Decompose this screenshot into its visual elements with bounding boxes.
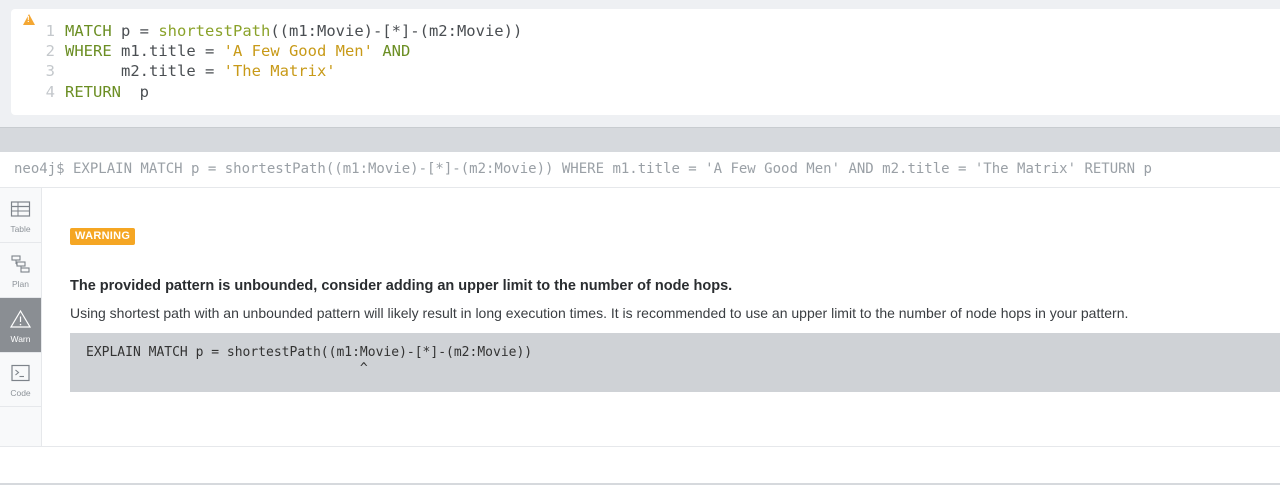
code-token: RETURN bbox=[65, 83, 121, 101]
frame-separator bbox=[0, 127, 1280, 152]
code-token: m1.title = bbox=[111, 42, 224, 60]
line-code: WHERE m1.title = 'A Few Good Men' AND bbox=[65, 41, 410, 61]
sidebar-item-label: Warn bbox=[10, 334, 31, 344]
sidebar-item-label: Plan bbox=[11, 279, 29, 289]
code-token: 'The Matrix' bbox=[223, 62, 336, 80]
line-number: 4 bbox=[45, 83, 55, 101]
sidebar-item-code[interactable]: Code bbox=[0, 352, 41, 407]
code-token: shortestPath bbox=[158, 22, 271, 40]
frame-title-bar[interactable]: neo4j$ EXPLAIN MATCH p = shortestPath((m… bbox=[0, 152, 1280, 188]
code-token: m2.title = bbox=[65, 62, 224, 80]
plan-icon bbox=[11, 255, 30, 273]
code-token: 'A Few Good Men' bbox=[223, 42, 373, 60]
line-code: RETURN p bbox=[65, 82, 149, 102]
warning-title: The provided pattern is unbounded, consi… bbox=[70, 278, 733, 294]
sidebar-item-label: Code bbox=[10, 388, 31, 398]
sidebar-item-plan[interactable]: Plan bbox=[0, 243, 41, 298]
result-view-sidebar: Table Plan Warn Code bbox=[0, 188, 42, 446]
code-token: ((m1:Movie)-[*]-(m2:Movie)) bbox=[270, 22, 523, 40]
warning-code-block: EXPLAIN MATCH p = shortestPath((m1:Movie… bbox=[70, 333, 1280, 392]
sidebar-item-label: Table bbox=[10, 224, 31, 234]
query-editor[interactable]: 1 MATCH p = shortestPath((m1:Movie)-[*]-(… bbox=[11, 9, 1280, 115]
line-number: 2 bbox=[45, 42, 55, 60]
code-token: p = bbox=[111, 22, 159, 40]
line-number: 1 bbox=[45, 22, 55, 40]
warning-icon bbox=[10, 310, 31, 328]
table-icon bbox=[10, 201, 31, 217]
warning-description: Using shortest path with an unbounded pa… bbox=[70, 305, 1129, 321]
terminal-icon bbox=[11, 364, 30, 382]
code-token: AND bbox=[382, 42, 411, 60]
code-token: WHERE bbox=[65, 42, 112, 60]
code-token: MATCH bbox=[65, 22, 112, 40]
frame-bottom-border bbox=[0, 446, 1280, 447]
sidebar-item-warn[interactable]: Warn bbox=[0, 298, 41, 353]
line-code: m2.title = 'The Matrix' bbox=[65, 61, 336, 81]
code-token: p bbox=[121, 83, 149, 101]
code-line: EXPLAIN MATCH p = shortestPath((m1:Movie… bbox=[86, 345, 533, 360]
line-code: MATCH p = shortestPath((m1:Movie)-[*]-(m… bbox=[65, 21, 522, 41]
code-caret: ^ bbox=[86, 361, 368, 376]
frame-command[interactable]: neo4j$ EXPLAIN MATCH p = shortestPath((m… bbox=[14, 152, 1152, 187]
warning-gutter-icon[interactable] bbox=[23, 14, 35, 25]
line-number: 3 bbox=[45, 62, 55, 80]
sidebar-item-table[interactable]: Table bbox=[0, 188, 41, 243]
editor-area: 1 MATCH p = shortestPath((m1:Movie)-[*]-(… bbox=[0, 0, 1280, 127]
warning-badge: WARNING bbox=[70, 228, 136, 245]
